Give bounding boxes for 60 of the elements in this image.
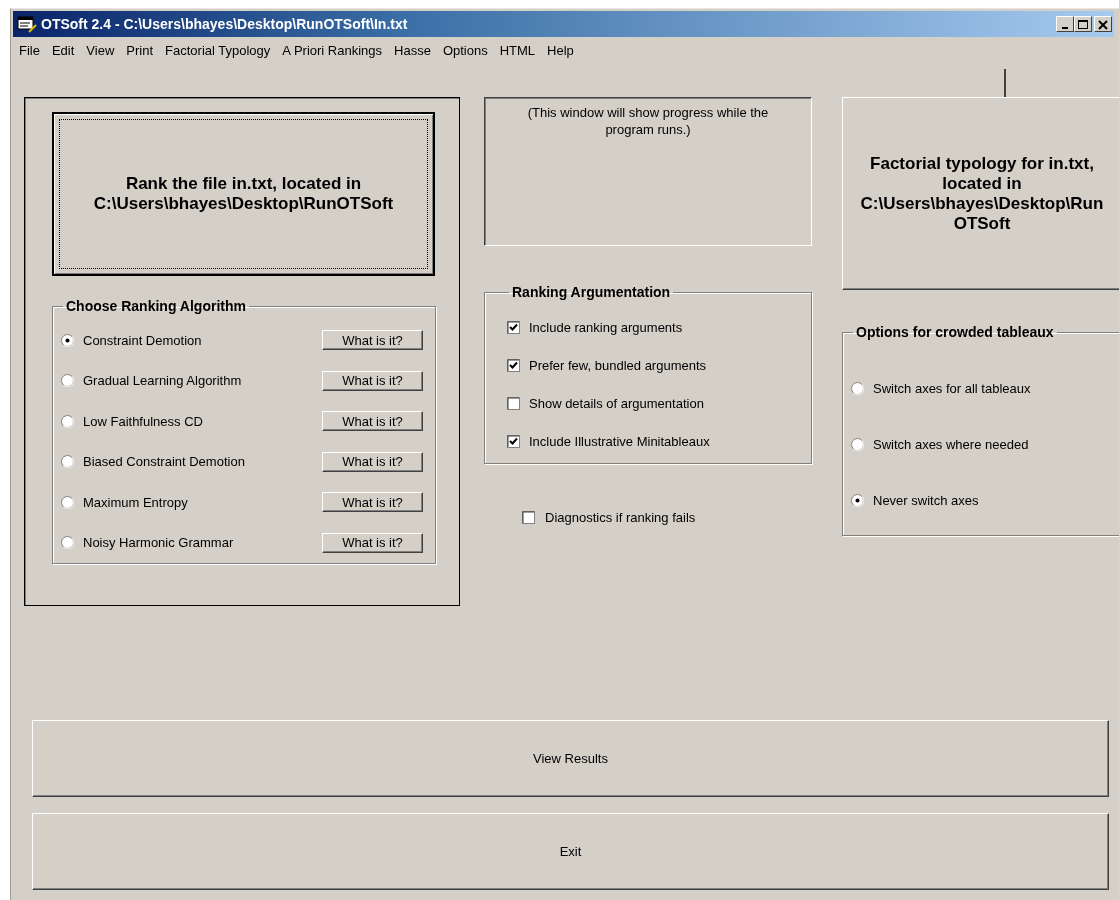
option-label[interactable]: Maximum Entropy	[83, 494, 188, 510]
what-is-it-button[interactable]: What is it?	[322, 492, 423, 513]
menu-item[interactable]: View	[80, 42, 121, 58]
window-title: OTSoft 2.4 - C:\Users\bhayes\Desktop\RunOTSoft\In.txt	[41, 16, 409, 32]
what-is-it-button[interactable]: What is it?	[322, 451, 423, 472]
menu-item[interactable]: Edit	[45, 42, 81, 58]
checkbox[interactable]	[507, 358, 520, 372]
minimize-icon	[1062, 26, 1068, 29]
minimize-button[interactable]	[1056, 16, 1074, 32]
option-label[interactable]: Include ranking arguments	[529, 319, 683, 335]
menu-item[interactable]: Help	[541, 42, 580, 58]
radio-button[interactable]	[61, 333, 74, 347]
app-icon	[17, 15, 37, 33]
radio-button[interactable]	[851, 437, 864, 451]
rank-file-button[interactable]: Rank the file in.txt, located in C:\Users\bhayes\Desktop\RunOTSoft	[52, 112, 435, 276]
option-label[interactable]: Switch axes for all tableaux	[873, 380, 1031, 396]
view-results-button[interactable]: View Results	[32, 720, 1109, 797]
option-label[interactable]: Biased Constraint Demotion	[83, 454, 245, 470]
close-icon	[1097, 18, 1109, 30]
group-title: Choose Ranking Algorithm	[65, 298, 247, 314]
radio-button[interactable]	[61, 455, 74, 469]
factorial-typology-button[interactable]: Factorial typology for in.txt, located in C:\Users\bhayes\Desktop\RunOTSoft	[842, 97, 1119, 290]
option-label[interactable]: Noisy Harmonic Grammar	[83, 535, 234, 551]
close-button[interactable]	[1094, 16, 1112, 32]
menu-item[interactable]: File	[13, 42, 46, 58]
checkbox[interactable]	[507, 396, 520, 410]
progress-panel: (This window will show progress while the program runs.)	[484, 97, 812, 246]
menu-item[interactable]: Print	[120, 42, 160, 58]
maximize-button[interactable]	[1074, 16, 1092, 32]
what-is-it-button[interactable]: What is it?	[322, 330, 423, 351]
maximize-icon	[1077, 18, 1089, 30]
checkbox-label[interactable]: Diagnostics if ranking fails	[545, 510, 696, 525]
what-is-it-button[interactable]: What is it?	[322, 411, 423, 432]
radio-button[interactable]	[851, 381, 864, 395]
checkbox[interactable]	[507, 434, 520, 448]
checkbox[interactable]	[522, 511, 535, 524]
checkbox[interactable]	[507, 320, 520, 334]
menu-item[interactable]: Factorial Typology	[159, 42, 277, 58]
radio-button[interactable]	[61, 536, 74, 550]
option-label[interactable]: Switch axes where needed	[873, 436, 1029, 452]
radio-button[interactable]	[851, 493, 864, 507]
group-title: Ranking Argumentation	[511, 284, 672, 300]
radio-button[interactable]	[61, 414, 74, 428]
radio-button[interactable]	[61, 374, 74, 388]
menu-item[interactable]: HTML	[493, 42, 542, 58]
group-title: Options for crowded tableaux	[855, 324, 1055, 340]
radio-button[interactable]	[61, 495, 74, 509]
menu-item[interactable]: Hasse	[388, 42, 437, 58]
option-label[interactable]: Never switch axes	[873, 492, 979, 508]
option-label[interactable]: Show details of argumentation	[529, 395, 704, 411]
what-is-it-button[interactable]: What is it?	[322, 532, 423, 553]
option-label[interactable]: Constraint Demotion	[83, 332, 202, 348]
menu-item[interactable]: A Priori Rankings	[276, 42, 389, 58]
option-label[interactable]: Include Illustrative Minitableaux	[529, 433, 710, 449]
option-label[interactable]: Gradual Learning Algorithm	[83, 373, 242, 389]
exit-button[interactable]: Exit	[32, 813, 1109, 890]
what-is-it-button[interactable]: What is it?	[322, 370, 423, 391]
menu-item[interactable]: Options	[436, 42, 494, 58]
option-label[interactable]: Low Faithfulness CD	[83, 413, 203, 429]
option-label[interactable]: Prefer few, bundled arguments	[529, 357, 707, 373]
